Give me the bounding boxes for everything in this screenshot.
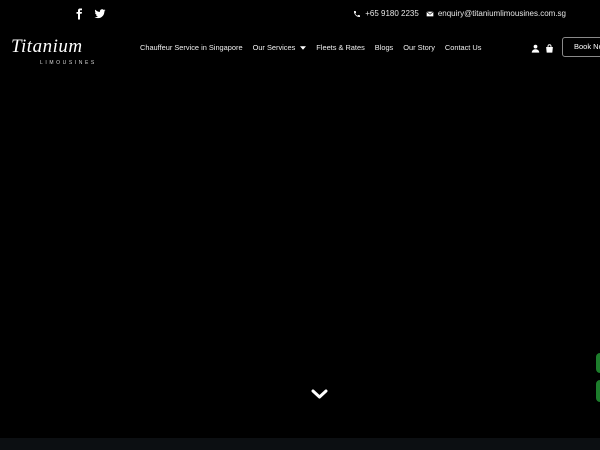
hero-section [0, 70, 600, 438]
nav-label: Contact Us [444, 43, 482, 52]
social-links [73, 8, 106, 20]
nav-blogs[interactable]: Blogs [375, 43, 394, 52]
nav-chauffeur-service[interactable]: Chauffeur Service in Singapore [140, 43, 243, 52]
nav-label: Blogs [374, 43, 394, 52]
phone-number: +65 9180 2235 [365, 9, 419, 18]
facebook-link[interactable] [73, 8, 85, 20]
side-widget-tab[interactable] [596, 380, 600, 402]
nav-label: Our Services [252, 43, 296, 52]
nav-contact-us[interactable]: Contact Us [445, 43, 482, 52]
logo-tagline: LIMOUSINES [40, 60, 97, 66]
logo-wordmark: Titanium [11, 36, 83, 57]
page: +65 9180 2235 enquiry@titaniumlimousines… [0, 0, 600, 450]
caret-down-icon [300, 45, 307, 50]
titanium-logo: Titanium LIMOUSINES [11, 36, 97, 66]
primary-nav: Chauffeur Service in Singapore Our Servi… [140, 43, 481, 52]
twitter-link[interactable] [94, 8, 106, 20]
nav-label: Chauffeur Service in Singapore [140, 43, 243, 52]
main-navbar: Titanium LIMOUSINES Chauffeur Service in… [0, 30, 600, 70]
facebook-icon [76, 8, 82, 20]
email-address: enquiry@titaniumlimousines.com.sg [437, 9, 566, 18]
top-bar: +65 9180 2235 enquiry@titaniumlimousines… [0, 0, 600, 30]
side-widget-tab[interactable] [596, 353, 600, 373]
phone-link[interactable]: +65 9180 2235 [353, 9, 419, 18]
envelope-icon [426, 10, 434, 16]
chevron-down-icon[interactable] [311, 388, 328, 400]
contact-info: +65 9180 2235 enquiry@titaniumlimousines… [353, 9, 566, 18]
book-now-button[interactable]: Book Now [562, 37, 600, 57]
user-icon[interactable] [531, 44, 540, 53]
bottom-strip [0, 438, 600, 450]
twitter-icon [94, 9, 106, 19]
nav-fleets-rates[interactable]: Fleets & Rates [316, 43, 364, 52]
shopping-bag-icon[interactable] [545, 44, 554, 53]
nav-label: Fleets & Rates [316, 43, 365, 52]
nav-our-services[interactable]: Our Services [253, 43, 307, 52]
nav-our-story[interactable]: Our Story [403, 43, 435, 52]
email-link[interactable]: enquiry@titaniumlimousines.com.sg [426, 9, 566, 18]
phone-icon [354, 10, 361, 17]
nav-label: Our Story [403, 43, 435, 52]
